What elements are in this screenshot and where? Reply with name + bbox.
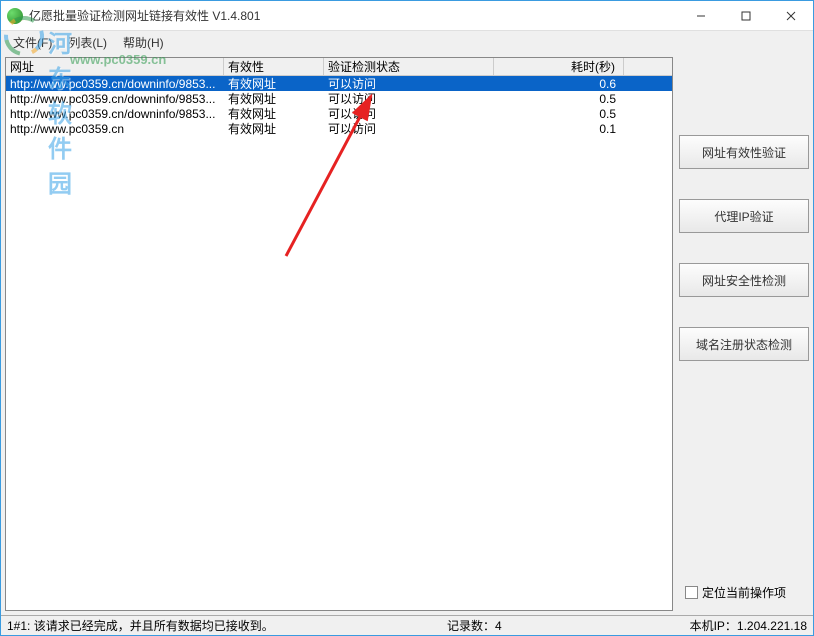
close-button[interactable] (768, 1, 813, 30)
cell-time: 0.6 (494, 77, 624, 91)
status-message: 1#1: 该请求已经完成，并且所有数据均已接收到。 (7, 617, 447, 634)
cell-url: http://www.pc0359.cn/downinfo/9853... (6, 92, 224, 106)
statusbar: 1#1: 该请求已经完成，并且所有数据均已接收到。 记录数：4 本机IP：1.2… (1, 615, 813, 635)
titlebar: 亿愿批量验证检测网址链接有效性 V1.4.801 (1, 1, 813, 31)
local-ip: 本机IP：1.204.221.18 (627, 617, 807, 634)
menu-help[interactable]: 帮助(H) (117, 32, 170, 53)
validate-proxy-button[interactable]: 代理IP验证 (679, 199, 809, 233)
table-row[interactable]: http://www.pc0359.cn/downinfo/9853...有效网… (6, 91, 672, 106)
cell-url: http://www.pc0359.cn/downinfo/9853... (6, 107, 224, 121)
table-row[interactable]: http://www.pc0359.cn有效网址可以访问0.1 (6, 121, 672, 136)
maximize-button[interactable] (723, 1, 768, 30)
security-check-button[interactable]: 网址安全性检测 (679, 263, 809, 297)
cell-valid: 有效网址 (224, 120, 324, 137)
app-icon (7, 8, 23, 24)
cell-time: 0.5 (494, 107, 624, 121)
domain-status-button[interactable]: 域名注册状态检测 (679, 327, 809, 361)
col-status[interactable]: 验证检测状态 (324, 58, 494, 75)
cell-time: 0.1 (494, 122, 624, 136)
list-body[interactable]: http://www.pc0359.cn/downinfo/9853...有效网… (6, 76, 672, 610)
col-time[interactable]: 耗时(秒) (494, 58, 624, 75)
cell-status: 可以访问 (324, 120, 494, 137)
col-url[interactable]: 网址 (6, 58, 224, 75)
checkbox-label: 定位当前操作项 (702, 584, 786, 601)
cell-url: http://www.pc0359.cn/downinfo/9853... (6, 77, 224, 91)
record-count: 记录数：4 (447, 617, 627, 634)
validate-url-button[interactable]: 网址有效性验证 (679, 135, 809, 169)
menu-list[interactable]: 列表(L) (62, 32, 113, 53)
cell-time: 0.5 (494, 92, 624, 106)
results-list[interactable]: 网址 有效性 验证检测状态 耗时(秒) http://www.pc0359.cn… (5, 57, 673, 611)
cell-url: http://www.pc0359.cn (6, 122, 224, 136)
locate-current-checkbox[interactable]: 定位当前操作项 (679, 584, 809, 601)
list-header: 网址 有效性 验证检测状态 耗时(秒) (6, 58, 672, 76)
menu-file[interactable]: 文件(F) (7, 32, 58, 53)
checkbox-icon[interactable] (685, 586, 698, 599)
table-row[interactable]: http://www.pc0359.cn/downinfo/9853...有效网… (6, 76, 672, 91)
window-title: 亿愿批量验证检测网址链接有效性 V1.4.801 (29, 7, 678, 24)
col-valid[interactable]: 有效性 (224, 58, 324, 75)
minimize-button[interactable] (678, 1, 723, 30)
sidebar: 网址有效性验证 代理IP验证 网址安全性检测 域名注册状态检测 定位当前操作项 (679, 57, 809, 611)
table-row[interactable]: http://www.pc0359.cn/downinfo/9853...有效网… (6, 106, 672, 121)
menubar: 文件(F) 列表(L) 帮助(H) (1, 31, 813, 53)
